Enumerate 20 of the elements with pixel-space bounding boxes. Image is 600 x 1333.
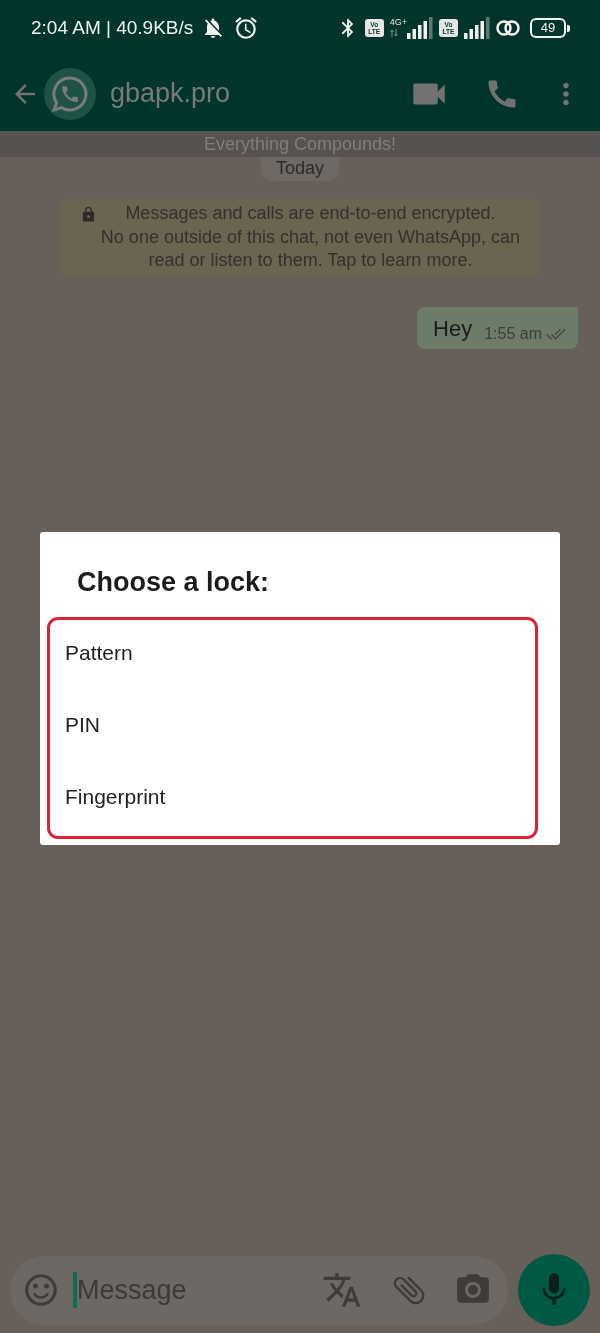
battery-indicator: 49 xyxy=(530,18,570,38)
lock-option[interactable]: Pattern xyxy=(50,620,535,692)
dialog-title: Choose a lock: xyxy=(77,566,271,598)
lock-option[interactable]: PIN xyxy=(50,692,535,764)
linked-rings-icon xyxy=(496,19,520,37)
date-chip: Today xyxy=(260,157,339,181)
signal-icon xyxy=(464,17,490,39)
text-cursor xyxy=(73,1272,77,1308)
avatar-icon[interactable] xyxy=(44,67,96,120)
message-bubble[interactable]: Hey 1:55 am xyxy=(417,306,578,349)
signal-icon xyxy=(407,17,433,39)
translate-icon[interactable] xyxy=(322,1270,362,1310)
lock-option[interactable]: Fingerprint xyxy=(50,764,535,836)
message-time: 1:55 am xyxy=(484,324,542,343)
up-down-arrows-icon xyxy=(389,29,398,37)
emoji-icon[interactable] xyxy=(22,1271,60,1309)
alarm-clock-icon xyxy=(233,15,260,41)
message-text: Hey xyxy=(433,315,473,342)
status-time: 2:04 AM | 40.9KB/s xyxy=(31,17,194,39)
network-type-label: 4G+ xyxy=(389,17,407,27)
